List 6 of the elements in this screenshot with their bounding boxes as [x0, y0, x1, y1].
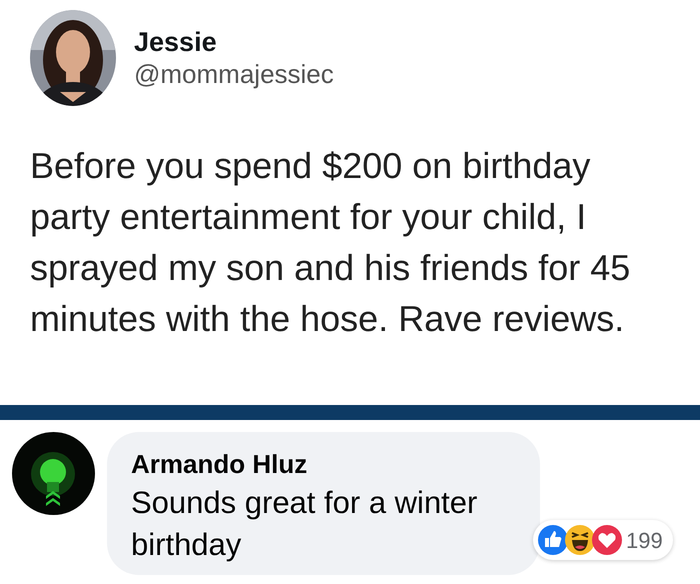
commenter-name: Armando Hluz	[131, 448, 308, 480]
reactions-badge[interactable]: 199	[533, 520, 673, 560]
author-name: Jessie	[134, 26, 218, 58]
comment-text: Sounds great for a winter birthday	[131, 484, 478, 564]
author-handle: @mommajessiec	[134, 58, 334, 90]
tweet-text: Before you spend $200 on birthday party entertainment for your child, I sprayed my son and his friends for 45 minutes with the hose. Rave reviews.	[30, 144, 632, 341]
